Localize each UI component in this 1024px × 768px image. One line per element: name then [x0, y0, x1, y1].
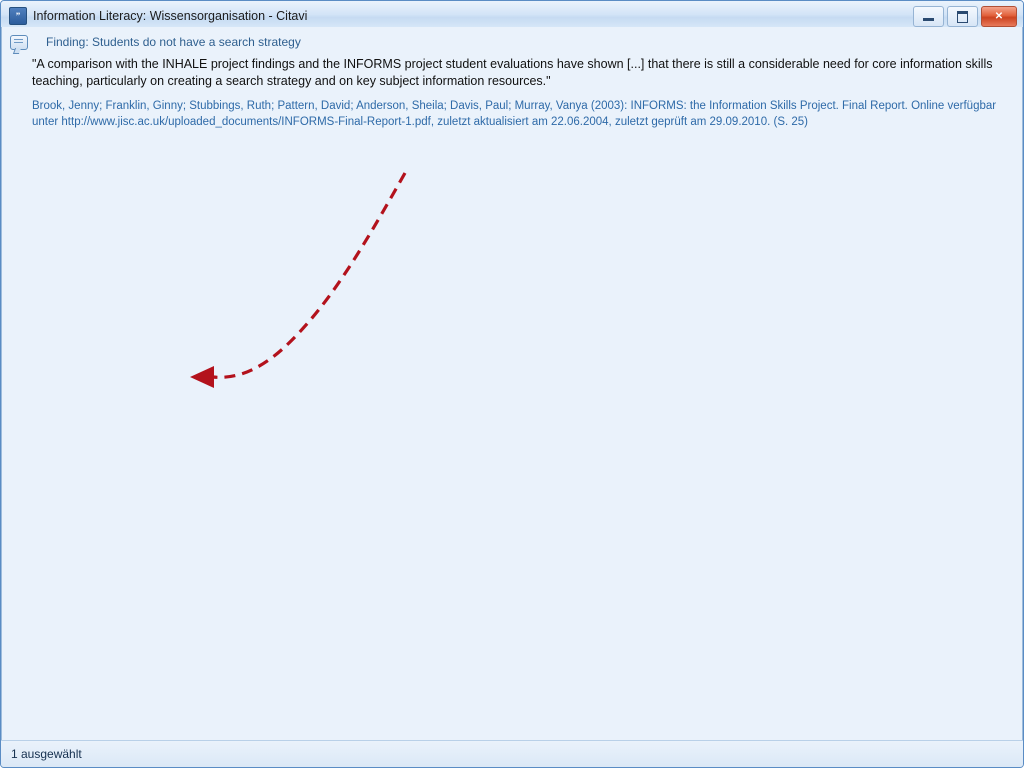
maximize-button[interactable]	[947, 6, 978, 27]
preview-reference: Brook, Jenny; Franklin, Ginny; Stubbings…	[32, 100, 997, 128]
status-bar: 1 ausgewählt	[1, 740, 1023, 767]
knowledge-bubble-icon	[10, 35, 28, 50]
app-icon: ”	[9, 7, 27, 25]
window-controls: ✕	[913, 6, 1017, 27]
status-text: 1 ausgewählt	[11, 747, 82, 761]
preview-entry-title: Finding: Students do not have a search s…	[10, 35, 1012, 50]
window-title: Information Literacy: Wissensorganisatio…	[33, 9, 308, 23]
close-button[interactable]: ✕	[981, 6, 1017, 27]
preview-quote: "A comparison with the INHALE project fi…	[32, 57, 993, 88]
minimize-button[interactable]	[913, 6, 944, 27]
citavi-window: ” Information Literacy: Wissensorganisat…	[0, 0, 1024, 768]
preview-content: Finding: Students do not have a search s…	[1, 27, 1023, 767]
preview-entry-title-text: Finding: Students do not have a search s…	[46, 35, 301, 49]
